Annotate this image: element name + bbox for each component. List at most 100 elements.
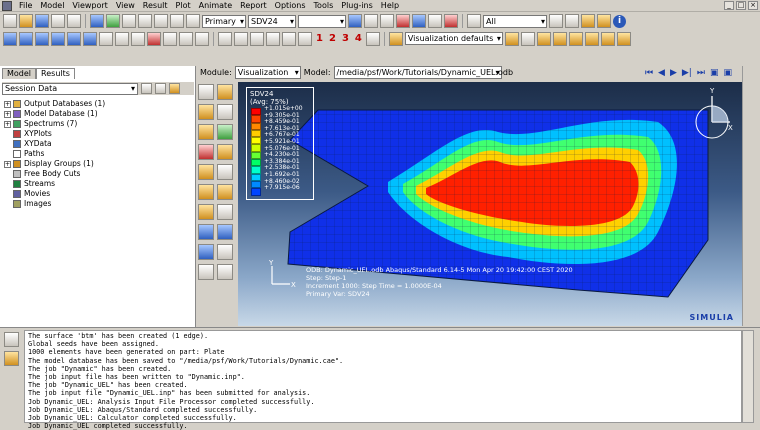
text-icon[interactable] bbox=[147, 31, 161, 46]
viewport-icon[interactable] bbox=[179, 31, 193, 46]
menu-plot[interactable]: Plot bbox=[172, 1, 195, 10]
menu-plug-ins[interactable]: Plug-ins bbox=[337, 1, 377, 10]
module-combo[interactable]: Visualization bbox=[234, 66, 301, 79]
plot-undeformed-icon[interactable] bbox=[198, 84, 214, 100]
triad-icon[interactable] bbox=[365, 31, 380, 46]
select-box-icon[interactable] bbox=[565, 14, 579, 28]
viewport-3-number[interactable]: 3 bbox=[340, 33, 351, 44]
tree-item[interactable]: + Model Database (1) bbox=[4, 109, 194, 119]
pan-icon[interactable] bbox=[122, 14, 136, 28]
step-combo[interactable]: Primary bbox=[202, 14, 246, 28]
menu-tools[interactable]: Tools bbox=[310, 1, 338, 10]
zoom-icon[interactable] bbox=[154, 14, 168, 28]
component-combo[interactable] bbox=[298, 14, 346, 28]
menu-result[interactable]: Result bbox=[139, 1, 172, 10]
message-scrollbar[interactable] bbox=[742, 330, 754, 423]
lightbulb-icon[interactable] bbox=[169, 83, 180, 94]
open-icon[interactable] bbox=[19, 14, 33, 28]
expand-icon[interactable]: + bbox=[4, 100, 11, 108]
arrow-left-icon[interactable] bbox=[364, 14, 378, 28]
tree-icon[interactable] bbox=[106, 14, 120, 28]
fit-icon[interactable] bbox=[186, 14, 200, 28]
box-zoom-icon[interactable] bbox=[170, 14, 184, 28]
wireframe-icon[interactable] bbox=[520, 31, 535, 46]
tree-item[interactable]: + Output Databases (1) bbox=[4, 99, 194, 109]
tab-model[interactable]: Model bbox=[2, 68, 37, 79]
viz-defaults-icon[interactable] bbox=[388, 31, 403, 46]
cube-2-icon[interactable] bbox=[584, 31, 599, 46]
csys-y-icon[interactable] bbox=[234, 31, 248, 46]
tree-item[interactable]: Images bbox=[4, 199, 194, 209]
measure-icon[interactable] bbox=[198, 264, 214, 280]
play-icon[interactable]: ▶ bbox=[670, 68, 677, 78]
selection-combo[interactable]: All bbox=[483, 14, 547, 28]
first-frame-icon[interactable]: ⏮ bbox=[645, 68, 653, 78]
cube-3-icon[interactable] bbox=[600, 31, 615, 46]
tree-item[interactable]: Movies bbox=[4, 189, 194, 199]
viewport[interactable]: SDV24 (Avg: 75%) +1.015e+00 +9.305e-01 +8.… bbox=[238, 82, 742, 326]
view-back-icon[interactable] bbox=[19, 31, 33, 46]
plot-contours-icon[interactable] bbox=[198, 104, 214, 120]
contour-options-icon[interactable] bbox=[217, 184, 233, 200]
cube-1-icon[interactable] bbox=[568, 31, 583, 46]
csys-reset-icon[interactable] bbox=[298, 31, 312, 46]
minimize-icon[interactable]: _ bbox=[724, 1, 734, 10]
csys-plane-icon[interactable] bbox=[282, 31, 296, 46]
csys-x-icon[interactable] bbox=[218, 31, 232, 46]
menu-report[interactable]: Report bbox=[236, 1, 271, 10]
select-options-icon[interactable] bbox=[549, 14, 563, 28]
expand-icon[interactable]: + bbox=[4, 120, 11, 128]
expand-icon[interactable] bbox=[155, 83, 166, 94]
material-options-icon[interactable] bbox=[217, 204, 233, 220]
camera-icon[interactable]: ▣ bbox=[723, 68, 732, 78]
tree-item[interactable]: Free Body Cuts bbox=[4, 169, 194, 179]
symbol-options-icon[interactable] bbox=[198, 204, 214, 220]
menu-options[interactable]: Options bbox=[271, 1, 310, 10]
display-group-icon[interactable] bbox=[597, 14, 611, 28]
undo-icon[interactable] bbox=[536, 31, 551, 46]
shaded-icon[interactable] bbox=[504, 31, 519, 46]
plot-symbols-icon[interactable] bbox=[217, 104, 233, 120]
arrow-right-icon[interactable] bbox=[380, 14, 394, 28]
animate-scale-icon[interactable] bbox=[198, 144, 214, 160]
menu-viewport[interactable]: Viewport bbox=[68, 1, 111, 10]
pointer-icon[interactable] bbox=[412, 14, 426, 28]
print-icon[interactable] bbox=[51, 14, 65, 28]
csys-all-icon[interactable] bbox=[266, 31, 280, 46]
view-top-icon[interactable] bbox=[67, 31, 81, 46]
save-icon[interactable] bbox=[35, 14, 49, 28]
view-left-icon[interactable] bbox=[35, 31, 49, 46]
display-group-create-icon[interactable] bbox=[198, 224, 214, 240]
maximize-icon[interactable]: □ bbox=[736, 1, 746, 10]
tile-icon[interactable] bbox=[195, 31, 209, 46]
plot-material-icon[interactable] bbox=[198, 124, 214, 140]
viewport-scrollbar[interactable] bbox=[742, 66, 758, 326]
variable-combo[interactable]: SDV24 bbox=[248, 14, 296, 28]
tree-item[interactable]: XYPlots bbox=[4, 129, 194, 139]
tree-item[interactable]: Streams bbox=[4, 179, 194, 189]
menu-file[interactable]: File bbox=[15, 1, 36, 10]
viz-defaults-combo[interactable]: Visualization defaults bbox=[404, 32, 503, 45]
csys-z-icon[interactable] bbox=[250, 31, 264, 46]
cube-4-icon[interactable] bbox=[616, 31, 631, 46]
common-options-icon[interactable] bbox=[198, 184, 214, 200]
select-arrow-icon[interactable] bbox=[467, 14, 481, 28]
session-combo[interactable]: Session Data bbox=[2, 82, 138, 95]
tree-item[interactable]: + Spectrums (7) bbox=[4, 119, 194, 129]
movie-icon[interactable]: ▣ bbox=[710, 68, 719, 78]
menu-view[interactable]: View bbox=[112, 1, 139, 10]
arrow-tool-icon[interactable] bbox=[163, 31, 177, 46]
delete-icon[interactable] bbox=[444, 14, 458, 28]
replace-selected-icon[interactable] bbox=[217, 224, 233, 240]
animate-harmonic-icon[interactable] bbox=[198, 164, 214, 180]
query-icon[interactable] bbox=[90, 14, 104, 28]
viewport-1-number[interactable]: 1 bbox=[314, 33, 325, 44]
display-body-icon[interactable] bbox=[581, 14, 595, 28]
tree-item[interactable]: XYData bbox=[4, 139, 194, 149]
tree-item[interactable]: Paths bbox=[4, 149, 194, 159]
line-icon[interactable] bbox=[131, 31, 145, 46]
viewport-2-number[interactable]: 2 bbox=[327, 33, 338, 44]
menu-model[interactable]: Model bbox=[36, 1, 68, 10]
create-field-icon[interactable] bbox=[217, 244, 233, 260]
view-bottom-icon[interactable] bbox=[83, 31, 97, 46]
